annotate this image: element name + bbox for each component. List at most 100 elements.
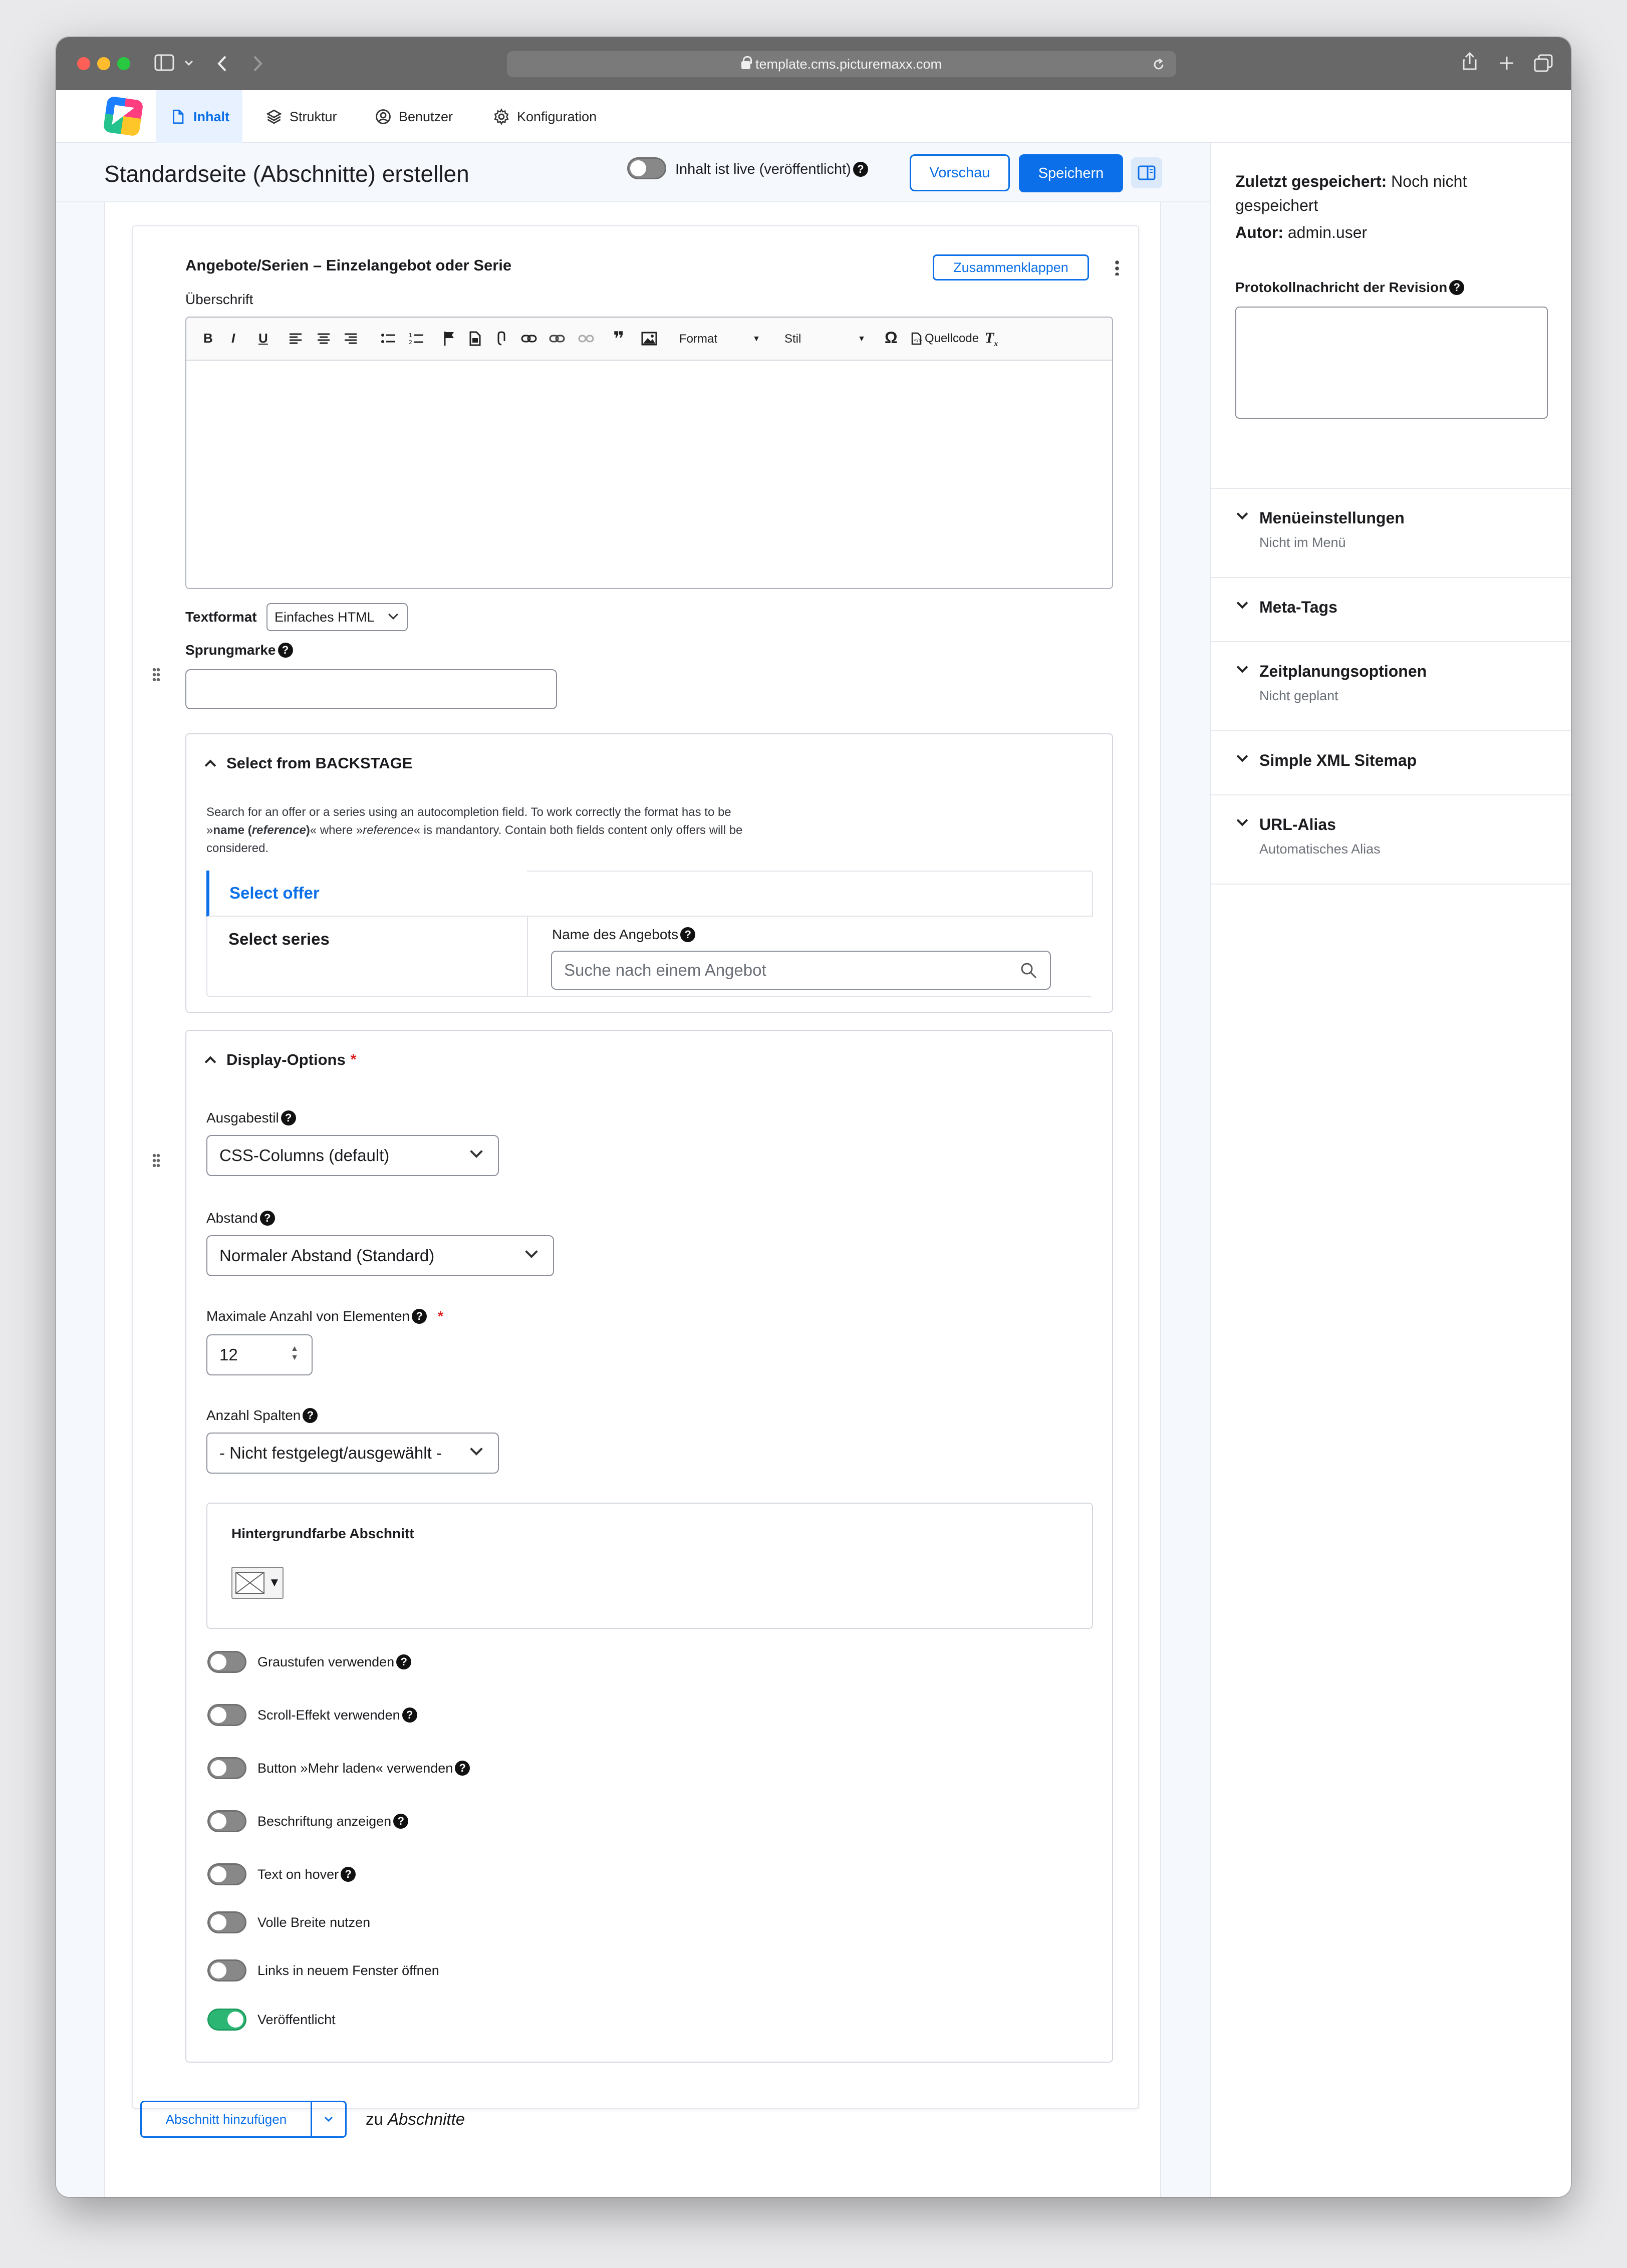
document-link-icon[interactable] <box>468 331 482 347</box>
collapse-button[interactable]: Zusammenklappen <box>933 254 1089 280</box>
tab-struktur[interactable]: Struktur <box>252 90 350 143</box>
help-icon[interactable]: ? <box>680 927 696 942</box>
columns-select[interactable]: - Nicht festgelegt/ausgewählt - <box>206 1433 499 1474</box>
sidebar-section-2[interactable]: Meta-Tags <box>1211 578 1571 642</box>
format-dropdown[interactable]: Format ▼ <box>672 329 767 350</box>
switch-toggle[interactable] <box>207 1863 246 1885</box>
max-elements-value: 12 <box>219 1345 238 1364</box>
underline-button[interactable]: U <box>258 331 268 346</box>
rich-text-editor[interactable]: B I U 12 ❞ Format ▼ Stil ▼ Ω </> Quellco… <box>185 317 1113 589</box>
drag-handle-icon[interactable] <box>152 1153 160 1167</box>
link-icon[interactable] <box>549 334 565 344</box>
attachment-icon[interactable] <box>497 331 506 347</box>
target-text: Abschnitte <box>388 2110 465 2128</box>
app-logo[interactable] <box>103 96 144 137</box>
switch-toggle[interactable] <box>207 1810 246 1832</box>
drag-handle-icon[interactable] <box>152 667 160 681</box>
blockquote-button[interactable]: ❞ <box>613 328 624 350</box>
align-right-icon[interactable] <box>344 333 358 345</box>
tab-konfiguration[interactable]: Konfiguration <box>480 90 610 143</box>
save-button[interactable]: Speichern <box>1019 154 1123 192</box>
backstage-description-line: Search for an offer or a series using an… <box>206 805 731 819</box>
help-icon[interactable]: ? <box>341 1867 356 1882</box>
unlink-icon[interactable] <box>578 334 594 344</box>
help-icon[interactable]: ? <box>281 1110 296 1125</box>
bullet-list-icon[interactable] <box>381 333 396 345</box>
help-icon[interactable]: ? <box>853 162 868 177</box>
minimize-window-button[interactable] <box>97 57 110 70</box>
new-tab-icon[interactable] <box>1499 55 1515 71</box>
align-left-icon[interactable] <box>289 333 303 345</box>
help-icon[interactable]: ? <box>412 1309 427 1324</box>
address-bar[interactable]: template.cms.picturemaxx.com <box>507 51 1176 77</box>
chevron-down-icon[interactable] <box>184 60 193 66</box>
help-icon[interactable]: ? <box>278 643 293 658</box>
align-center-icon[interactable] <box>317 333 331 345</box>
tab-select-series[interactable]: Select series <box>207 917 526 963</box>
help-icon[interactable]: ? <box>303 1408 318 1423</box>
sidebar-section-5[interactable]: URL-Alias Automatisches Alias <box>1211 795 1571 885</box>
chevron-down-icon <box>470 1145 483 1158</box>
share-icon[interactable] <box>1462 51 1478 71</box>
switch-toggle[interactable] <box>207 1757 246 1779</box>
switch-toggle[interactable] <box>207 1911 246 1933</box>
help-icon[interactable]: ? <box>393 1814 409 1829</box>
reload-icon[interactable] <box>1152 58 1165 71</box>
abstand-select[interactable]: Normaler Abstand (Standard) <box>206 1235 554 1276</box>
color-picker[interactable]: ▼ <box>231 1567 284 1599</box>
max-elements-input[interactable]: 12 ▲ ▼ <box>206 1334 313 1375</box>
columns-label-text: Anzahl Spalten <box>206 1407 301 1423</box>
sidebar-section-4[interactable]: Simple XML Sitemap <box>1211 731 1571 795</box>
switch-toggle[interactable] <box>207 1704 246 1726</box>
special-char-button[interactable]: Ω <box>885 329 898 347</box>
tab-overview-icon[interactable] <box>1534 54 1553 72</box>
revision-textarea[interactable] <box>1235 307 1548 419</box>
toggle-sidebar-button[interactable] <box>1131 157 1162 188</box>
stepper-icon[interactable]: ▲ ▼ <box>291 1344 299 1362</box>
image-icon[interactable] <box>641 332 657 346</box>
add-section-dropdown[interactable] <box>312 2102 345 2136</box>
offer-search-input[interactable]: Suche nach einem Angebot <box>551 951 1051 990</box>
tab-inhalt[interactable]: Inhalt <box>156 90 242 143</box>
source-button[interactable]: </> Quellcode <box>911 332 979 346</box>
sidebar-toggle-icon[interactable] <box>154 54 174 71</box>
close-window-button[interactable] <box>77 57 90 70</box>
more-menu-icon[interactable] <box>1115 259 1119 275</box>
tab-benutzer[interactable]: Benutzer <box>362 90 466 143</box>
required-mark: * <box>350 1051 357 1068</box>
help-icon[interactable]: ? <box>1449 280 1465 295</box>
backstage-title: Select from BACKSTAGE <box>226 754 413 772</box>
ausgabestil-select[interactable]: CSS-Columns (default) <box>206 1135 499 1176</box>
required-mark: * <box>438 1308 443 1324</box>
zu-text: zu <box>366 2110 383 2128</box>
tab-select-offer[interactable]: Select offer <box>206 871 527 917</box>
textformat-select[interactable]: Einfaches HTML <box>266 603 408 631</box>
switch-toggle[interactable] <box>207 1959 246 1981</box>
display-options-toggle[interactable]: Display-Options * <box>204 1051 357 1069</box>
preview-button[interactable]: Vorschau <box>910 154 1010 191</box>
zoom-window-button[interactable] <box>117 57 130 70</box>
bold-button[interactable]: B <box>203 331 213 346</box>
forward-icon[interactable] <box>252 55 263 72</box>
help-icon[interactable]: ? <box>259 1211 275 1226</box>
link-icon[interactable] <box>521 334 537 344</box>
switch-toggle[interactable] <box>207 2009 246 2031</box>
help-icon[interactable]: ? <box>455 1761 470 1776</box>
style-dropdown[interactable]: Stil ▼ <box>777 329 873 350</box>
sidebar-section-3[interactable]: Zeitplanungsoptionen Nicht geplant <box>1211 642 1571 731</box>
italic-button[interactable]: I <box>231 331 235 346</box>
sidebar-section-1[interactable]: Menüeinstellungen Nicht im Menü <box>1211 489 1571 578</box>
add-section-button[interactable]: Abschnitt hinzufügen <box>142 2102 312 2136</box>
desc-fragment: « is mandantory. Contain both fields con… <box>413 823 743 837</box>
switch-toggle[interactable] <box>207 1651 246 1673</box>
numbered-list-icon[interactable]: 12 <box>409 332 424 346</box>
back-icon[interactable] <box>216 55 227 72</box>
anchor-input[interactable] <box>185 669 557 709</box>
search-icon[interactable] <box>1020 962 1038 980</box>
flag-icon[interactable] <box>443 331 456 347</box>
help-icon[interactable]: ? <box>396 1654 412 1669</box>
live-toggle[interactable] <box>627 157 666 179</box>
backstage-toggle[interactable]: Select from BACKSTAGE <box>204 754 413 772</box>
remove-format-button[interactable]: Tx <box>985 330 998 349</box>
help-icon[interactable]: ? <box>402 1708 417 1723</box>
